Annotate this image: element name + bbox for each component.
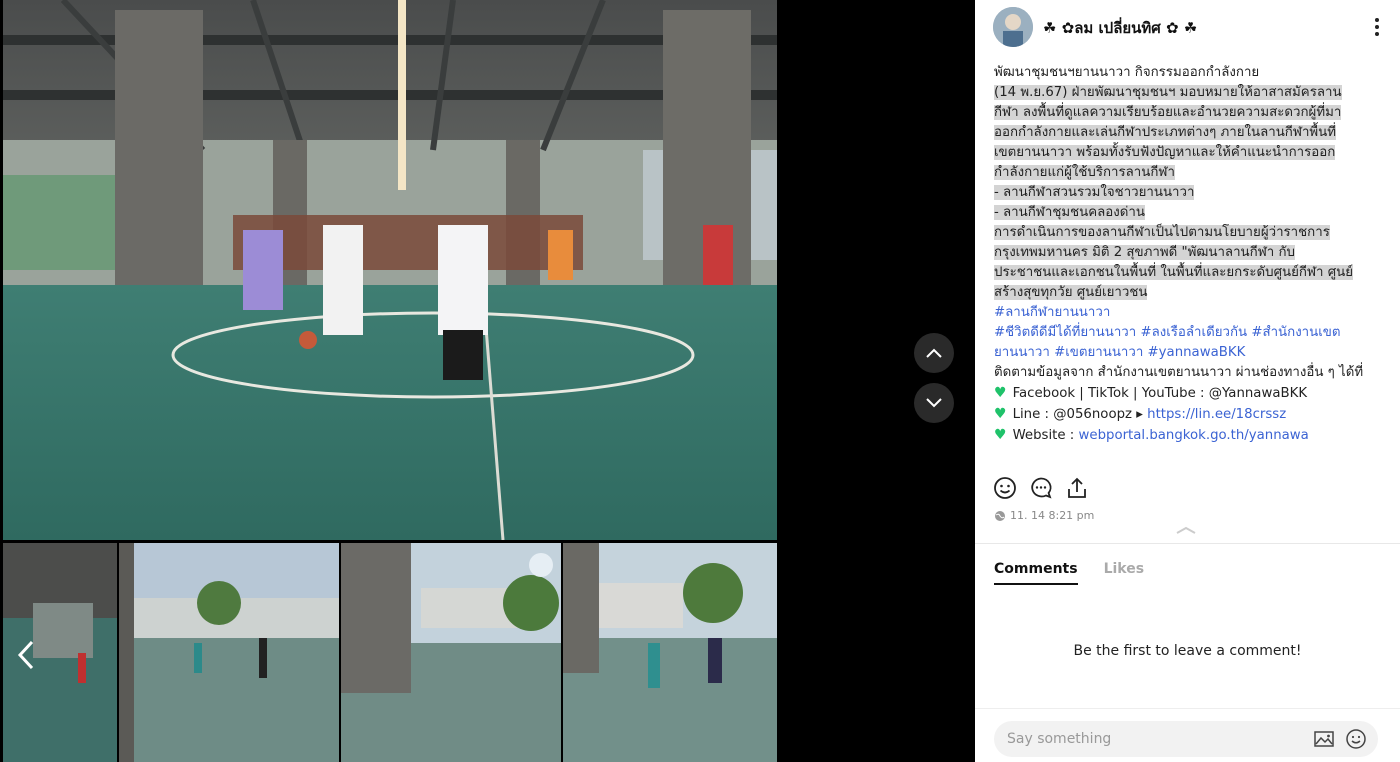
green-heart-icon: ♥ — [994, 427, 1007, 443]
thumbnail-3[interactable] — [341, 543, 561, 762]
chevron-down-icon — [926, 398, 942, 408]
more-options-button[interactable] — [1367, 14, 1387, 40]
empty-comments-message: Be the first to leave a comment! — [1073, 643, 1302, 659]
chevron-up-icon — [1176, 526, 1196, 534]
post-title: พัฒนาชุมชนฯยานนาวา กิจกรรมออกกำลังกาย — [994, 65, 1260, 80]
previous-post-button[interactable] — [914, 333, 954, 373]
post-actions — [993, 476, 1089, 502]
avatar[interactable] — [993, 7, 1033, 47]
post-line: การดำเนินการของลานกีฬาเป็นไปตามนโยบายผู้… — [994, 225, 1330, 240]
hashtag-links[interactable]: #ชีวิตดีดีมีได้ที่ยานนาวา #ลงเรือลำเดียว… — [994, 323, 1379, 363]
post-body: พัฒนาชุมชนฯยานนาวา กิจกรรมออกกำลังกาย (1… — [994, 63, 1379, 446]
green-heart-icon: ♥ — [994, 385, 1007, 401]
tab-comments[interactable]: Comments — [994, 561, 1078, 585]
contact-website: ♥ Website : webportal.bangkok.go.th/yanna… — [994, 427, 1309, 443]
author-name[interactable]: ☘ ✿ลม เปลี่ยนทิศ ✿ ☘ — [1043, 16, 1197, 40]
tab-likes[interactable]: Likes — [1104, 561, 1144, 585]
post-line: เขตยานนาวา พร้อมทั้งรับฟังปัญหาและให้คำแ… — [994, 145, 1336, 160]
divider — [975, 543, 1400, 544]
line-link[interactable]: https://lin.ee/18crssz — [1147, 407, 1286, 422]
post-line: - ลานกีฬาสวนรวมใจชาวยานนาวา — [994, 185, 1195, 200]
post-line: สร้างสุขทุกวัย ศูนย์เยาวชน — [994, 285, 1148, 300]
share-icon[interactable] — [1065, 476, 1089, 500]
post-line: - ลานกีฬาชุมชนคลองด่าน — [994, 205, 1145, 220]
green-heart-icon: ♥ — [994, 406, 1007, 422]
emoji-reaction-icon[interactable] — [993, 476, 1017, 500]
hashtag-link[interactable]: #ลานกีฬายานนาวา — [994, 303, 1379, 323]
main-photo[interactable] — [3, 0, 777, 540]
post-timestamp: 11. 14 8:21 pm — [994, 509, 1094, 522]
photo-viewer — [0, 0, 975, 762]
timestamp-text: 11. 14 8:21 pm — [1010, 509, 1095, 522]
futsal-court-image — [3, 0, 777, 540]
globe-icon — [995, 510, 1005, 521]
collapse-button[interactable] — [1175, 521, 1197, 534]
comment-icon[interactable] — [1029, 476, 1053, 500]
website-link[interactable]: webportal.bangkok.go.th/yannawa — [1079, 428, 1309, 443]
contact-social: ♥ Facebook | TikTok | YouTube : @YannawaB… — [994, 385, 1308, 401]
next-post-button[interactable] — [914, 383, 954, 423]
post-line: กรุงเทพมหานคร มิติ 2 สุขภาพดี "พัฒนาลานก… — [994, 245, 1295, 260]
post-line: กำลังกายแก่ผู้ใช้บริการลานกีฬา — [994, 165, 1175, 180]
contact-line: ♥ Line : @056noopz ▸ https://lin.ee/18crs… — [994, 406, 1287, 422]
post-line: (14 พ.ย.67) ฝ่ายพัฒนาชุมชนฯ มอบหมายให้อา… — [994, 85, 1342, 100]
chevron-up-icon — [926, 348, 942, 358]
comment-tabs: Comments Likes — [994, 561, 1144, 585]
emoji-picker-icon[interactable] — [1345, 728, 1367, 750]
thumbnail-4[interactable] — [563, 543, 777, 762]
comment-composer — [975, 708, 1400, 762]
post-line: ออกกำลังกายและเล่นกีฬาประเภทต่างๆ ภายในล… — [994, 125, 1337, 140]
post-panel: ☘ ✿ลม เปลี่ยนทิศ ✿ ☘ พัฒนาชุมชนฯยานนาวา … — [975, 0, 1400, 762]
previous-photo-button[interactable] — [12, 638, 42, 672]
thumbnail-2[interactable] — [119, 543, 339, 762]
follow-text: ติดตามข้อมูลจาก สำนักงานเขตยานนาวา ผ่านช… — [994, 365, 1364, 380]
post-line: กีฬา ลงพื้นที่ดูแลความเรียบร้อยและอำนวยค… — [994, 105, 1342, 120]
image-upload-icon[interactable] — [1313, 728, 1335, 750]
post-line: ประชาชนและเอกชนในพื้นที่ ในพื้นที่และยกร… — [994, 265, 1354, 280]
more-vertical-icon — [1375, 18, 1379, 36]
chevron-left-icon — [17, 640, 34, 670]
